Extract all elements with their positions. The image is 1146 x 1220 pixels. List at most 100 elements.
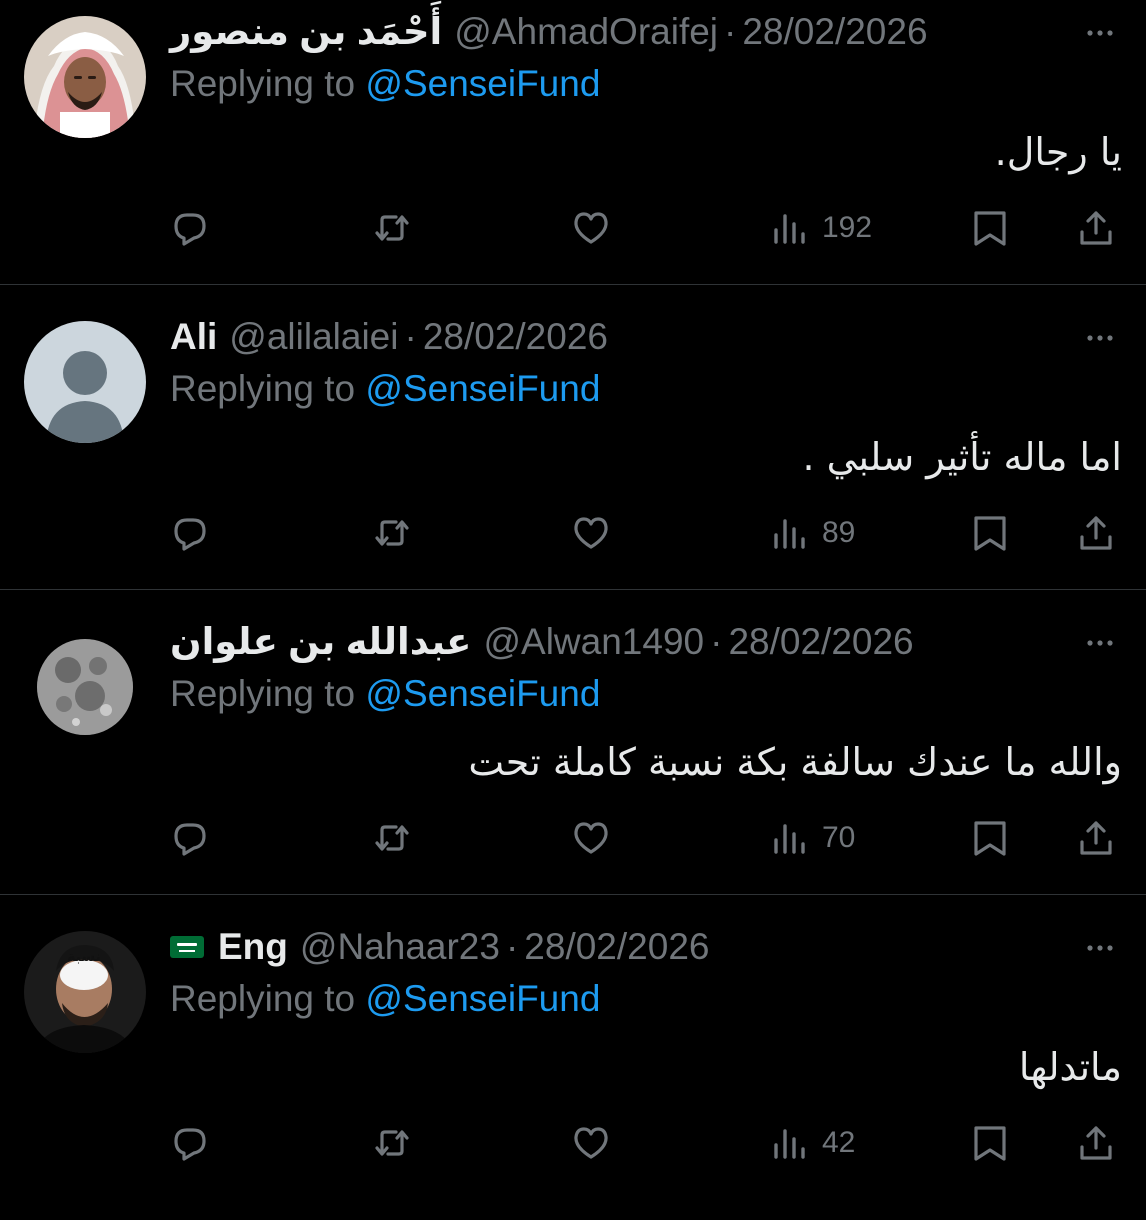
separator: · [710, 621, 723, 662]
timestamp[interactable]: 28/02/2026 [742, 8, 927, 56]
share-button[interactable] [1076, 513, 1116, 553]
reply-button[interactable] [170, 1123, 210, 1163]
reply-button[interactable] [170, 818, 210, 858]
mention-link[interactable]: @SenseiFund [365, 63, 600, 104]
divider [0, 589, 1146, 590]
share-icon [1080, 821, 1112, 855]
more-icon[interactable] [1082, 628, 1118, 658]
heart-icon [574, 517, 608, 549]
bookmark-icon [974, 516, 1006, 551]
replying-to: Replying to @SenseiFund [170, 975, 600, 1023]
retweet-icon [375, 825, 409, 851]
bookmark-icon [974, 211, 1006, 246]
replying-to: Replying to @SenseiFund [170, 670, 600, 718]
reply-icon [174, 213, 206, 246]
reply-button[interactable] [170, 208, 210, 248]
bookmark-button[interactable] [970, 513, 1010, 553]
more-icon[interactable] [1082, 933, 1118, 963]
reply-icon [174, 1128, 206, 1161]
separator: · [404, 316, 417, 357]
tweet[interactable]: Ali @alilalaiei · 28/02/2026 Replying to… [0, 305, 1146, 610]
replying-to: Replying to @SenseiFund [170, 365, 600, 413]
reply-icon [174, 823, 206, 856]
heart-icon [574, 822, 608, 854]
views-count: 192 [822, 211, 873, 244]
more-icon[interactable] [1082, 323, 1118, 353]
share-button[interactable] [1076, 208, 1116, 248]
bookmark-button[interactable] [970, 208, 1010, 248]
avatar[interactable]: نسبة [24, 931, 146, 1053]
timestamp[interactable]: 28/02/2026 [423, 313, 608, 361]
display-name[interactable]: Eng [218, 923, 288, 971]
tweet-header: Eng @Nahaar23 · 28/02/2026 [170, 923, 709, 971]
like-button[interactable] [571, 818, 611, 858]
like-button[interactable] [571, 513, 611, 553]
views-count: 89 [822, 516, 856, 549]
separator: · [505, 926, 519, 967]
display-name[interactable]: أَحْمَد بن منصور [170, 8, 442, 56]
views-icon [774, 1129, 805, 1159]
bookmark-icon [974, 1126, 1006, 1161]
tweet-header: Ali @alilalaiei · 28/02/2026 [170, 313, 608, 361]
avatar-default-icon [24, 321, 146, 443]
replying-to-label: Replying to [170, 978, 356, 1019]
divider [0, 284, 1146, 285]
retweet-button[interactable] [372, 818, 412, 858]
separator: · [724, 11, 737, 52]
bookmark-button[interactable] [970, 818, 1010, 858]
replying-to: Replying to @SenseiFund [170, 60, 600, 108]
retweet-button[interactable] [372, 208, 412, 248]
display-name[interactable]: Ali [170, 313, 217, 361]
divider [0, 894, 1146, 895]
retweet-icon [375, 215, 409, 241]
user-handle[interactable]: @Alwan1490 [483, 618, 704, 666]
display-name[interactable]: عبدالله بن علوان [170, 618, 471, 666]
mention-link[interactable]: @SenseiFund [365, 978, 600, 1019]
avatar-sticker-text: نسبة [67, 949, 101, 965]
timestamp[interactable]: 28/02/2026 [728, 618, 913, 666]
views-icon [774, 824, 805, 854]
user-handle[interactable]: @alilalaiei [229, 313, 398, 361]
views-button[interactable]: 42 [770, 1123, 855, 1163]
replying-to-label: Replying to [170, 673, 356, 714]
views-icon [774, 214, 805, 244]
tweet-header: عبدالله بن علوان @Alwan1490 · 28/02/2026 [170, 618, 914, 666]
heart-icon [574, 1127, 608, 1159]
tweet[interactable]: نسبة Eng @Nahaar23 · 28/02/2026 Replying… [0, 915, 1146, 1220]
views-button[interactable]: 192 [770, 208, 872, 248]
action-bar: 42 [0, 1115, 1146, 1171]
retweet-icon [375, 1130, 409, 1156]
user-handle[interactable]: @Nahaar23 [300, 923, 500, 971]
views-button[interactable]: 89 [770, 513, 855, 553]
replying-to-label: Replying to [170, 368, 356, 409]
retweet-icon [375, 520, 409, 546]
views-icon [774, 519, 805, 549]
avatar[interactable] [24, 321, 146, 443]
heart-icon [574, 212, 608, 244]
action-bar: 70 [0, 810, 1146, 866]
action-bar: 192 [0, 200, 1146, 256]
tweet-text: يا رجال. [994, 130, 1122, 174]
avatar[interactable] [24, 626, 146, 748]
views-button[interactable]: 70 [770, 818, 855, 858]
reply-button[interactable] [170, 513, 210, 553]
avatar[interactable] [24, 16, 146, 138]
tweet-text: اما ماله تأثير سلبي . [802, 435, 1123, 479]
tweet-text: والله ما عندك سالفة بكة نسبة كاملة تحت [468, 740, 1122, 784]
views-count: 42 [822, 1126, 856, 1159]
more-icon[interactable] [1082, 18, 1118, 48]
mention-link[interactable]: @SenseiFund [365, 368, 600, 409]
share-button[interactable] [1076, 1123, 1116, 1163]
tweet[interactable]: عبدالله بن علوان @Alwan1490 · 28/02/2026… [0, 610, 1146, 915]
retweet-button[interactable] [372, 1123, 412, 1163]
like-button[interactable] [571, 1123, 611, 1163]
share-button[interactable] [1076, 818, 1116, 858]
mention-link[interactable]: @SenseiFund [365, 673, 600, 714]
tweet-text: ماتدلها [1018, 1045, 1122, 1089]
like-button[interactable] [571, 208, 611, 248]
retweet-button[interactable] [372, 513, 412, 553]
user-handle[interactable]: @AhmadOraifej [454, 8, 718, 56]
tweet[interactable]: أَحْمَد بن منصور @AhmadOraifej · 28/02/2… [0, 0, 1146, 305]
timestamp[interactable]: 28/02/2026 [524, 923, 709, 971]
bookmark-button[interactable] [970, 1123, 1010, 1163]
